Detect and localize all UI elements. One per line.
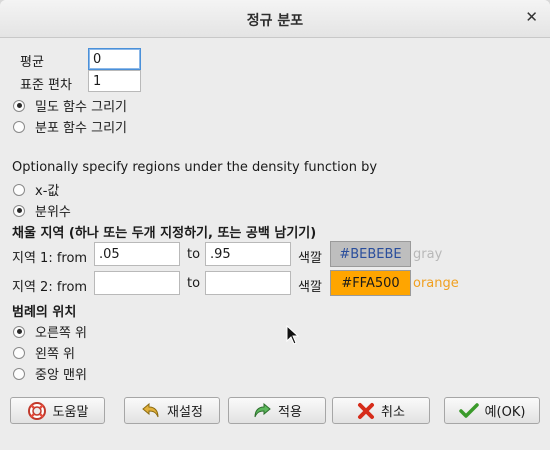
radio-button[interactable]: [13, 183, 25, 196]
radio-x-value-label: x-값: [35, 184, 60, 199]
region1-to-input[interactable]: [205, 242, 291, 266]
region2-from-input[interactable]: [94, 271, 180, 295]
radio-button[interactable]: [13, 346, 25, 359]
radio-legend-top-center[interactable]: 중앙 맨위: [13, 364, 87, 383]
region1-label: 지역 1: from: [12, 251, 88, 266]
radio-button[interactable]: [13, 367, 25, 380]
radio-quantile-label: 분위수: [35, 205, 71, 220]
legend-heading: 범례의 위치: [12, 305, 77, 320]
region1-color-swatch[interactable]: #BEBEBE: [330, 241, 411, 267]
radio-legend-top-left[interactable]: 왼쪽 위: [13, 343, 75, 362]
title-bar: 정규 분포 ✕: [0, 0, 550, 38]
radio-density-label: 밀도 함수 그리기: [35, 100, 127, 115]
window-title: 정규 분포: [246, 13, 304, 29]
apply-button-label: 적용: [278, 405, 302, 420]
region1-from-input[interactable]: [94, 242, 180, 266]
region2-label: 지역 2: from: [12, 280, 88, 295]
radio-top-right-label: 오른쪽 위: [35, 326, 87, 341]
undo-arrow-icon: [142, 402, 159, 417]
help-button-label: 도움말: [52, 405, 89, 420]
red-x-icon: [358, 402, 375, 419]
region2-color-label: 색깔: [298, 280, 322, 295]
radio-density[interactable]: 밀도 함수 그리기: [13, 96, 127, 115]
region2-color-swatch[interactable]: #FFA500: [330, 270, 411, 296]
radio-legend-top-right[interactable]: 오른쪽 위: [13, 322, 87, 341]
mouse-pointer-icon: [286, 325, 300, 345]
radio-top-center-label: 중앙 맨위: [35, 368, 87, 383]
redo-arrow-icon: [254, 402, 271, 417]
region-spec-heading: Optionally specify regions under the den…: [12, 160, 378, 175]
cancel-button[interactable]: 취소: [332, 397, 430, 424]
radio-x-value[interactable]: x-값: [13, 180, 59, 199]
ok-button-label: 예(OK): [484, 405, 526, 420]
lifebuoy-icon: [27, 401, 46, 420]
reset-button-label: 재설정: [167, 405, 203, 420]
mean-label: 평균: [20, 55, 44, 70]
ok-button[interactable]: 예(OK): [444, 397, 540, 424]
cancel-button-label: 취소: [381, 405, 405, 420]
region2-to-label: to: [187, 276, 201, 291]
radio-button[interactable]: [13, 120, 25, 133]
region2-to-input[interactable]: [205, 271, 291, 295]
sd-input[interactable]: [88, 70, 141, 92]
mean-input[interactable]: [88, 48, 141, 70]
radio-distribution-label: 분포 함수 그리기: [35, 121, 127, 136]
sd-label: 표준 편차: [20, 78, 72, 93]
reset-button[interactable]: 재설정: [124, 397, 220, 424]
radio-button[interactable]: [13, 204, 25, 217]
region1-color-name: gray: [413, 247, 443, 262]
region1-to-label: to: [187, 247, 201, 262]
radio-quantile[interactable]: 분위수: [13, 201, 71, 220]
apply-button[interactable]: 적용: [228, 397, 326, 424]
radio-button[interactable]: [13, 325, 25, 338]
checkmark-icon: [458, 402, 479, 418]
radio-distribution[interactable]: 분포 함수 그리기: [13, 117, 127, 136]
radio-button[interactable]: [13, 99, 25, 112]
radio-top-left-label: 왼쪽 위: [35, 347, 76, 362]
fill-heading: 채울 지역 (하나 또는 두개 지정하기, 또는 공백 남기기): [12, 226, 317, 241]
region1-color-label: 색깔: [298, 251, 322, 266]
dialog-window: 정규 분포 ✕ 평균 표준 편차 밀도 함수 그리기 분포 함수 그리기 Opt…: [0, 0, 550, 450]
region2-color-name: orange: [413, 276, 459, 291]
help-button[interactable]: 도움말: [10, 397, 105, 424]
close-icon[interactable]: ✕: [525, 8, 538, 26]
